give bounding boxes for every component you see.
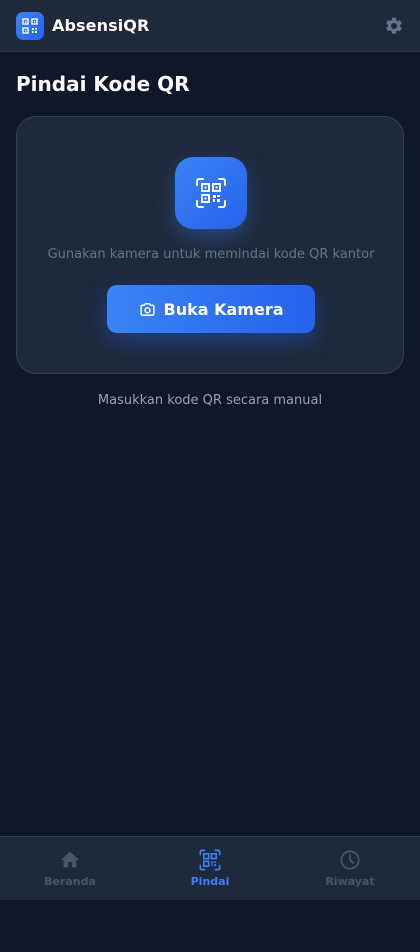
open-camera-label: Buka Kamera bbox=[163, 299, 284, 319]
gear-icon bbox=[386, 17, 402, 34]
bottom-nav: Beranda Pindai Riwayat bbox=[0, 836, 420, 900]
scan-card: Gunakan kamera untuk memindai kode QR ka… bbox=[16, 116, 404, 374]
qr-scan-tile bbox=[175, 157, 247, 229]
qr-icon bbox=[199, 849, 221, 871]
qr-logo-icon bbox=[22, 17, 38, 34]
app-logo bbox=[16, 11, 44, 40]
page-title: Pindai Kode QR bbox=[16, 72, 190, 96]
home-icon bbox=[60, 851, 80, 868]
nav-label-pindai: Pindai bbox=[190, 875, 230, 888]
nav-item-pindai[interactable]: Pindai bbox=[140, 837, 280, 900]
nav-label-riwayat: Riwayat bbox=[325, 875, 375, 888]
clock-icon bbox=[340, 850, 360, 870]
qr-scan-icon bbox=[196, 178, 226, 208]
open-camera-button[interactable]: Buka Kamera bbox=[107, 285, 315, 333]
app-header: AbsensiQR bbox=[0, 0, 420, 52]
nav-label-beranda: Beranda bbox=[44, 875, 96, 888]
app-name: AbsensiQR bbox=[52, 16, 150, 35]
app-root: AbsensiQR Pindai Kode QR Gunakan kamera … bbox=[0, 0, 420, 952]
manual-entry-link[interactable]: Masukkan kode QR secara manual bbox=[0, 393, 420, 408]
nav-item-beranda[interactable]: Beranda bbox=[0, 837, 140, 900]
settings-button[interactable] bbox=[382, 14, 406, 38]
nav-item-riwayat[interactable]: Riwayat bbox=[280, 837, 420, 900]
camera-icon bbox=[139, 302, 155, 316]
scan-hint: Gunakan kamera untuk memindai kode QR ka… bbox=[47, 247, 375, 262]
